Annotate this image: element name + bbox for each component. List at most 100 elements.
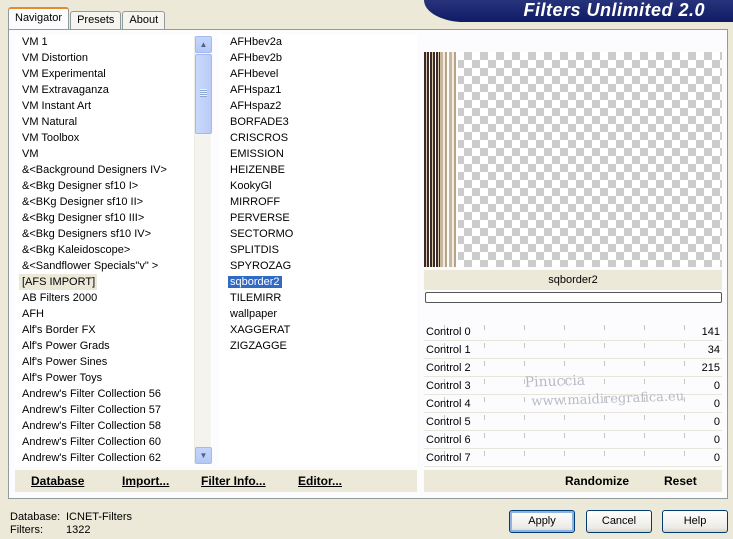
category-item[interactable]: Andrew's Filter Collection 60 <box>15 434 212 450</box>
category-item[interactable]: Andrew's Filter Collection 62 <box>15 450 212 466</box>
filter-item[interactable]: KookyGl <box>218 178 417 194</box>
filter-item[interactable]: AFHbevel <box>218 66 417 82</box>
filter-item[interactable]: wallpaper <box>218 306 417 322</box>
control-label: Control 0 <box>426 326 471 338</box>
filter-item[interactable]: AFHspaz2 <box>218 98 417 114</box>
filter-item[interactable]: EMISSION <box>218 146 417 162</box>
filter-item[interactable]: AFHbev2a <box>218 34 417 50</box>
control-toolbar: Randomize Reset <box>424 470 722 492</box>
filter-item[interactable]: CRISCROS <box>218 130 417 146</box>
slider-tick <box>564 325 565 330</box>
database-button[interactable]: Database <box>31 474 84 488</box>
category-item[interactable]: AB Filters 2000 <box>15 290 212 306</box>
filter-item[interactable]: HEIZENBE <box>218 162 417 178</box>
category-item[interactable]: VM Instant Art <box>15 98 212 114</box>
filter-item[interactable]: SPYROZAG <box>218 258 417 274</box>
control-value: 0 <box>713 398 720 410</box>
filter-item[interactable]: PERVERSE <box>218 210 417 226</box>
filter-item-label: TILEMIRR <box>230 292 282 304</box>
scroll-down-button[interactable]: ▼ <box>195 447 212 464</box>
category-item[interactable]: Alf's Border FX <box>15 322 212 338</box>
filter-item[interactable]: sqborder2 <box>218 274 417 290</box>
slider-tick <box>684 325 685 330</box>
category-item[interactable]: VM Distortion <box>15 50 212 66</box>
filter-item[interactable]: TILEMIRR <box>218 290 417 306</box>
slider-tick <box>644 343 645 348</box>
slider-tick <box>484 433 485 438</box>
filter-list[interactable]: AFHbev2a AFHbev2b AFHbevel AFHspaz1 AFHspaz2… <box>218 34 417 466</box>
category-item[interactable]: VM 1 <box>15 34 212 50</box>
slider-tick <box>604 361 605 366</box>
preview-filter-name: sqborder2 <box>424 270 722 290</box>
scroll-up-button[interactable]: ▲ <box>195 36 212 53</box>
filter-item[interactable]: SECTORMO <box>218 226 417 242</box>
control-slider-7[interactable]: Control 7 0 <box>424 449 722 467</box>
category-item[interactable]: &<BKg Designer sf10 II> <box>15 194 212 210</box>
filter-item[interactable]: XAGGERAT <box>218 322 417 338</box>
category-item[interactable]: VM Toolbox <box>15 130 212 146</box>
filter-item-label: AFHbevel <box>230 68 279 80</box>
category-item[interactable]: [AFS IMPORT] <box>19 274 97 290</box>
category-item[interactable]: Andrew's Filter Collection 56 <box>15 386 212 402</box>
category-item[interactable]: AFH <box>15 306 212 322</box>
slider-tick <box>484 451 485 456</box>
filter-item[interactable]: AFHbev2b <box>218 50 417 66</box>
category-item[interactable]: Alf's Power Toys <box>15 370 212 386</box>
slider-tick <box>524 451 525 456</box>
control-slider-6[interactable]: Control 6 0 <box>424 431 722 449</box>
preview-border-inner <box>440 52 458 267</box>
filter-item-label: CRISCROS <box>230 132 289 144</box>
slider-tick <box>684 343 685 348</box>
category-item[interactable]: Andrew's Filter Collection 57 <box>15 402 212 418</box>
category-item[interactable]: &<Bkg Designers sf10 IV> <box>15 226 212 242</box>
category-item[interactable]: &<Bkg Kaleidoscope> <box>15 242 212 258</box>
slider-tick <box>564 433 565 438</box>
editor-button[interactable]: Editor... <box>298 474 342 488</box>
category-item[interactable]: &<Bkg Designer sf10 III> <box>15 210 212 226</box>
slider-tick <box>684 451 685 456</box>
filter-item[interactable]: SPLITDIS <box>218 242 417 258</box>
control-label: Control 1 <box>426 344 471 356</box>
cancel-button[interactable]: Cancel <box>586 510 652 533</box>
category-item[interactable]: VM <box>15 146 212 162</box>
category-item[interactable]: Alf's Power Sines <box>15 354 212 370</box>
filter-item[interactable]: ZIGZAGGE <box>218 338 417 354</box>
category-item[interactable]: &<Bkg Designer sf10 I> <box>15 178 212 194</box>
filter-item[interactable]: BORFADE3 <box>218 114 417 130</box>
category-item[interactable]: Alf's Power Grads <box>15 338 212 354</box>
category-item[interactable]: Andrew's Filter Collection 58 <box>15 418 212 434</box>
control-slider-0[interactable]: Control 0 141 <box>424 323 722 341</box>
filter-info-button[interactable]: Filter Info... <box>201 474 266 488</box>
category-item[interactable]: &<Sandflower Specials"v" > <box>15 258 212 274</box>
filter-item[interactable]: AFHspaz1 <box>218 82 417 98</box>
control-label: Control 7 <box>426 452 471 464</box>
slider-tick <box>564 415 565 420</box>
randomize-button[interactable]: Randomize <box>565 474 629 488</box>
category-item[interactable]: VM Experimental <box>15 66 212 82</box>
slider-tick <box>564 343 565 348</box>
category-item[interactable]: &<Background Designers IV> <box>15 162 212 178</box>
category-item[interactable]: VM Extravaganza <box>15 82 212 98</box>
category-scrollbar[interactable]: ▲ ▼ <box>194 36 212 464</box>
control-value: 0 <box>713 380 720 392</box>
slider-tick <box>604 325 605 330</box>
tab-navigator[interactable]: Navigator <box>8 7 70 30</box>
slider-tick <box>484 397 485 402</box>
slider-tick <box>484 361 485 366</box>
import-button[interactable]: Import... <box>122 474 169 488</box>
tab-presets[interactable]: Presets <box>70 11 122 30</box>
reset-button[interactable]: Reset <box>664 474 697 488</box>
help-button[interactable]: Help <box>662 510 728 533</box>
control-slider-1[interactable]: Control 1 34 <box>424 341 722 359</box>
scroll-thumb[interactable] <box>195 54 212 134</box>
tab-about[interactable]: About <box>122 11 166 30</box>
slider-tick <box>644 415 645 420</box>
filter-item[interactable]: MIRROFF <box>218 194 417 210</box>
control-slider-5[interactable]: Control 5 0 <box>424 413 722 431</box>
category-list[interactable]: VM 1 VM Distortion VM Experimental VM Extra… <box>15 34 212 466</box>
slider-tick <box>604 451 605 456</box>
category-item[interactable]: VM Natural <box>15 114 212 130</box>
list-toolbar: Database Import... Filter Info... Editor… <box>15 470 417 492</box>
apply-button[interactable]: Apply <box>509 510 575 533</box>
slider-tick <box>484 343 485 348</box>
